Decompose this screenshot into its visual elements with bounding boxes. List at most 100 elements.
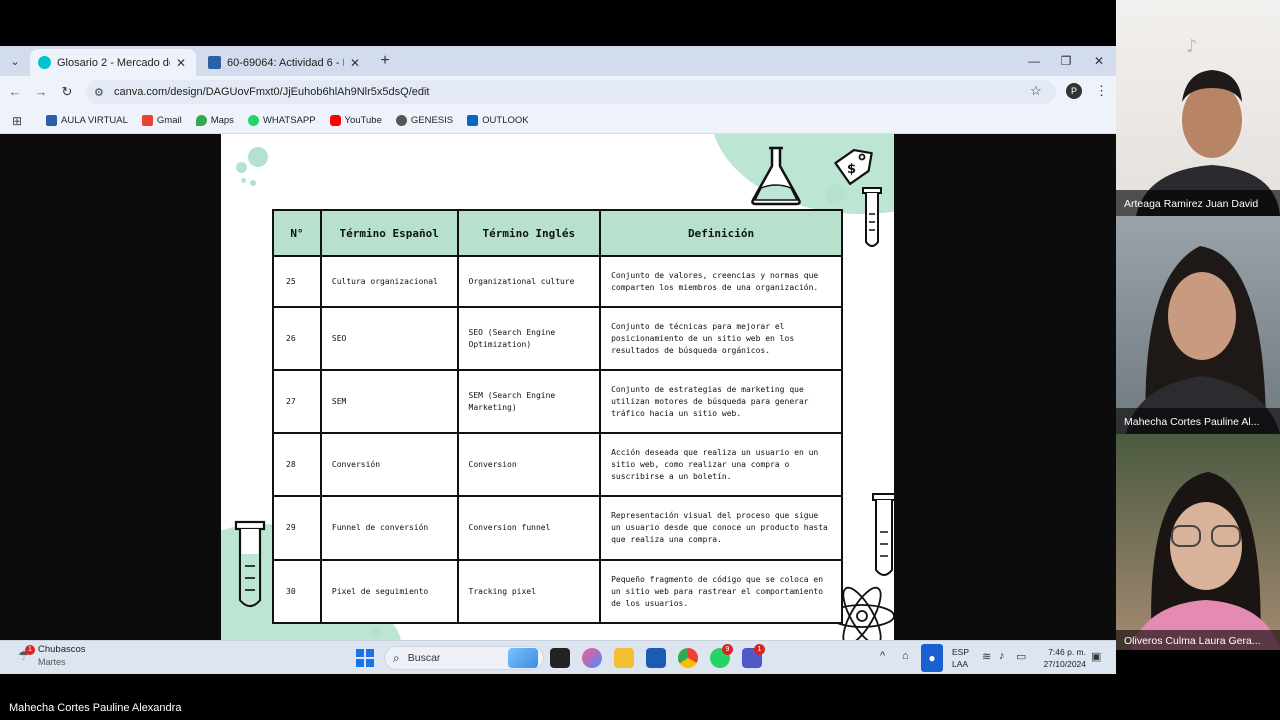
close-tab-icon[interactable]: ✕ bbox=[348, 56, 362, 70]
minimize-icon[interactable]: — bbox=[1024, 52, 1044, 70]
site-settings-icon[interactable]: ⚙ bbox=[94, 86, 108, 99]
store-icon[interactable] bbox=[646, 648, 666, 668]
weather-title: Chubascos bbox=[38, 644, 86, 655]
globe-icon bbox=[395, 115, 407, 126]
notifications-icon[interactable]: ▣ bbox=[1091, 650, 1101, 663]
table-row: 29 Funnel de conversión Conversion funne… bbox=[272, 495, 843, 561]
participant-video bbox=[1116, 472, 1280, 650]
address-toolbar: ← → ↻ ⚙ canva.com/design/DAGUovFmxt0/JjE… bbox=[0, 76, 1116, 108]
bookmark-star-icon[interactable]: ☆ bbox=[1030, 83, 1042, 99]
apps-grid-icon[interactable]: ⊞ bbox=[12, 114, 34, 128]
bookmark-aula-virtual[interactable]: AULA VIRTUAL bbox=[46, 115, 128, 126]
chevron-up-icon[interactable]: ^ bbox=[880, 650, 885, 662]
teams-badge: 1 bbox=[754, 644, 765, 655]
row-definition: Acción deseada que realiza un usuario en… bbox=[599, 432, 843, 497]
maps-icon bbox=[195, 115, 207, 126]
copilot-widget-icon[interactable] bbox=[508, 648, 538, 668]
table-row: 28 Conversión Conversion Acción deseada … bbox=[272, 432, 843, 497]
svg-text:$: $ bbox=[847, 162, 856, 177]
participant-tile[interactable]: ♪ Arteaga Ramirez Juan David bbox=[1116, 0, 1280, 216]
clock[interactable]: 7:46 p. m. 27/10/2024 bbox=[1036, 646, 1086, 670]
canva-design-page[interactable]: $ N° Término Español Término Inglés Defi… bbox=[221, 134, 894, 640]
new-tab-icon[interactable]: + bbox=[377, 52, 393, 70]
participant-tile[interactable]: Oliveros Culma Laura Gera... bbox=[1116, 434, 1280, 650]
file-explorer-icon[interactable] bbox=[614, 648, 634, 668]
microphone-icon[interactable]: ● bbox=[921, 644, 943, 672]
weather-day: Martes bbox=[38, 657, 66, 667]
decor-bubble bbox=[371, 628, 381, 638]
bookmark-gmail[interactable]: Gmail bbox=[141, 115, 182, 126]
tab-glosario[interactable]: Glosario 2 - Mercado de produ ✕ bbox=[30, 49, 196, 76]
tab-title: Glosario 2 - Mercado de produ bbox=[57, 56, 170, 69]
youtube-icon bbox=[329, 115, 341, 126]
chrome-icon[interactable] bbox=[678, 648, 698, 668]
tab-bar: ⌄ Glosario 2 - Mercado de produ ✕ 60-690… bbox=[0, 46, 1116, 76]
copilot-icon[interactable] bbox=[582, 648, 602, 668]
row-number: 29 bbox=[272, 495, 322, 561]
decor-bubble bbox=[236, 162, 247, 173]
bookmark-genesis[interactable]: GENESIS bbox=[395, 115, 453, 126]
bookmark-whatsapp[interactable]: WHATSAPP bbox=[247, 115, 316, 126]
header-english-term: Término Inglés bbox=[456, 209, 602, 257]
restore-icon[interactable]: ❐ bbox=[1056, 52, 1076, 70]
wifi-icon[interactable]: ≋ bbox=[982, 650, 991, 663]
table-row: 30 Pixel de seguimiento Tracking pixel P… bbox=[272, 559, 843, 624]
table-row: 27 SEM SEM (Search Engine Marketing) Con… bbox=[272, 369, 843, 434]
menu-icon[interactable]: ⋮ bbox=[1095, 83, 1108, 99]
row-english-term: Tracking pixel bbox=[456, 559, 602, 624]
header-definition: Definición bbox=[599, 209, 843, 257]
profile-avatar[interactable]: P bbox=[1066, 83, 1082, 99]
table-header-row: N° Término Español Término Inglés Defini… bbox=[272, 209, 843, 257]
tab-actividad[interactable]: 60-69064: Actividad 6 - Evaluat ✕ bbox=[200, 49, 370, 76]
table-row: 25 Cultura organizacional Organizational… bbox=[272, 255, 843, 308]
decor-bubble bbox=[248, 147, 268, 167]
glossary-table: N° Término Español Término Inglés Defini… bbox=[272, 209, 843, 624]
back-icon[interactable]: ← bbox=[6, 83, 24, 101]
volume-icon[interactable]: ♪ bbox=[999, 650, 1005, 662]
language-indicator[interactable]: ESP LAA bbox=[952, 646, 969, 670]
screen: ⌄ Glosario 2 - Mercado de produ ✕ 60-690… bbox=[0, 0, 1280, 720]
row-definition: Conjunto de estrategias de marketing que… bbox=[599, 369, 843, 434]
svg-text:♪: ♪ bbox=[1186, 36, 1198, 57]
table-row: 26 SEO SEO (Search Engine Optimization) … bbox=[272, 306, 843, 371]
whatsapp-icon bbox=[247, 115, 259, 126]
participant-name: Arteaga Ramirez Juan David bbox=[1124, 198, 1259, 210]
row-english-term: Conversion funnel bbox=[456, 495, 602, 561]
reload-icon[interactable]: ↻ bbox=[58, 83, 76, 101]
url-text: canva.com/design/DAGUovFmxt0/JjEuhob6hlA… bbox=[114, 86, 430, 98]
network-tray-icon[interactable]: ⌂ bbox=[902, 650, 909, 662]
windows-start-icon[interactable] bbox=[356, 649, 374, 667]
battery-icon[interactable]: ▭ bbox=[1016, 650, 1026, 663]
row-english-term: Organizational culture bbox=[456, 255, 602, 308]
bookmark-outlook[interactable]: OUTLOOK bbox=[467, 115, 529, 126]
bookmark-maps[interactable]: Maps bbox=[195, 115, 234, 126]
row-definition: Conjunto de técnicas para mejorar el pos… bbox=[599, 306, 843, 371]
test-tube-icon bbox=[234, 520, 266, 608]
task-view-icon[interactable] bbox=[550, 648, 570, 668]
forward-icon[interactable]: → bbox=[32, 83, 50, 101]
participant-name: Oliveros Culma Laura Gera... bbox=[1124, 635, 1261, 647]
close-tab-icon[interactable]: ✕ bbox=[174, 56, 188, 70]
aula-virtual-icon bbox=[208, 56, 221, 69]
price-tag-icon: $ bbox=[834, 148, 873, 186]
bookmark-youtube[interactable]: YouTube bbox=[329, 115, 382, 126]
canva-icon bbox=[38, 56, 51, 69]
presenter-name: Mahecha Cortes Pauline Alexandra bbox=[9, 702, 182, 714]
row-spanish-term: Funnel de conversión bbox=[319, 495, 459, 561]
row-english-term: SEM (Search Engine Marketing) bbox=[456, 369, 602, 434]
close-window-icon[interactable]: ✕ bbox=[1089, 52, 1109, 70]
clock-time: 7:46 p. m. bbox=[1048, 647, 1086, 657]
search-label: Buscar bbox=[407, 652, 441, 664]
outlook-icon bbox=[467, 115, 479, 126]
row-english-term: SEO (Search Engine Optimization) bbox=[456, 306, 602, 371]
browser-window: ⌄ Glosario 2 - Mercado de produ ✕ 60-690… bbox=[0, 46, 1116, 674]
address-bar[interactable]: ⚙ canva.com/design/DAGUovFmxt0/JjEuhob6h… bbox=[86, 80, 1056, 104]
row-english-term: Conversion bbox=[456, 432, 602, 497]
row-definition: Conjunto de valores, creencias y normas … bbox=[599, 255, 843, 308]
participant-tile[interactable]: Mahecha Cortes Pauline Al... bbox=[1116, 216, 1280, 434]
test-tube-icon bbox=[872, 493, 894, 576]
tab-search-icon[interactable]: ⌄ bbox=[6, 53, 24, 71]
weather-widget[interactable]: ☂ 1 Chubascos Martes bbox=[18, 644, 86, 668]
row-definition: Pequeño fragmento de código que se coloc… bbox=[599, 559, 843, 624]
header-number: N° bbox=[272, 209, 322, 257]
